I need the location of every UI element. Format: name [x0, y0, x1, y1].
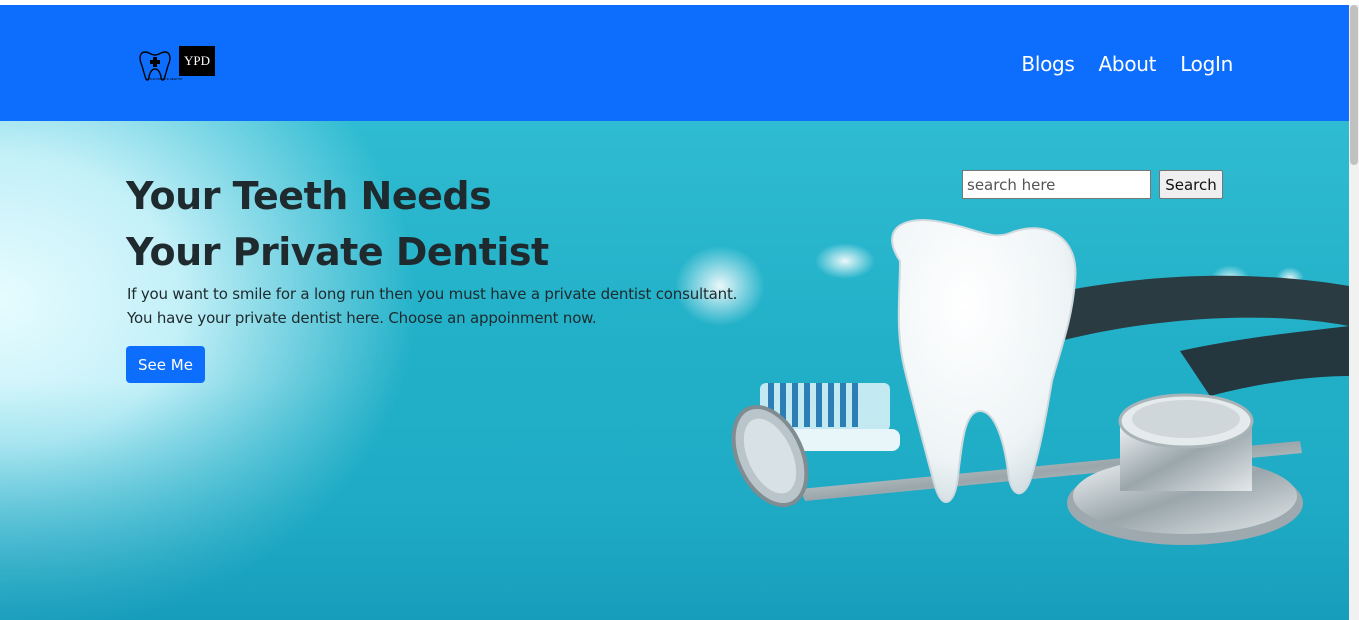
search-input[interactable]: [962, 170, 1151, 199]
brand-logo-text: YPD: [179, 46, 215, 76]
hero-title-line1: Your Teeth Needs: [126, 174, 492, 218]
scrollbar-thumb[interactable]: [1350, 5, 1358, 165]
see-me-button[interactable]: See Me: [126, 346, 205, 383]
nav-link-about[interactable]: About: [1099, 52, 1157, 76]
hero-section: Your Teeth Needs Your Private Dentist If…: [0, 121, 1349, 620]
brand-tagline: YOUR PRIVATE DENTIST: [147, 77, 183, 81]
hero-text-line1: If you want to smile for a long run then…: [127, 285, 738, 303]
nav-links: Blogs About LogIn: [1021, 52, 1233, 76]
page: YPD YOUR PRIVATE DENTIST Blogs About Log…: [0, 0, 1359, 620]
nav-link-blogs[interactable]: Blogs: [1021, 52, 1074, 76]
search-button[interactable]: Search: [1159, 170, 1223, 199]
nav-link-login[interactable]: LogIn: [1180, 52, 1233, 76]
brand-logo[interactable]: YPD YOUR PRIVATE DENTIST: [137, 46, 219, 86]
page-scrollbar[interactable]: [1349, 5, 1359, 620]
navbar: YPD YOUR PRIVATE DENTIST Blogs About Log…: [0, 5, 1349, 121]
hero-text-line2: You have your private dentist here. Choo…: [127, 309, 597, 327]
hero-title-line2: Your Private Dentist: [126, 230, 549, 274]
